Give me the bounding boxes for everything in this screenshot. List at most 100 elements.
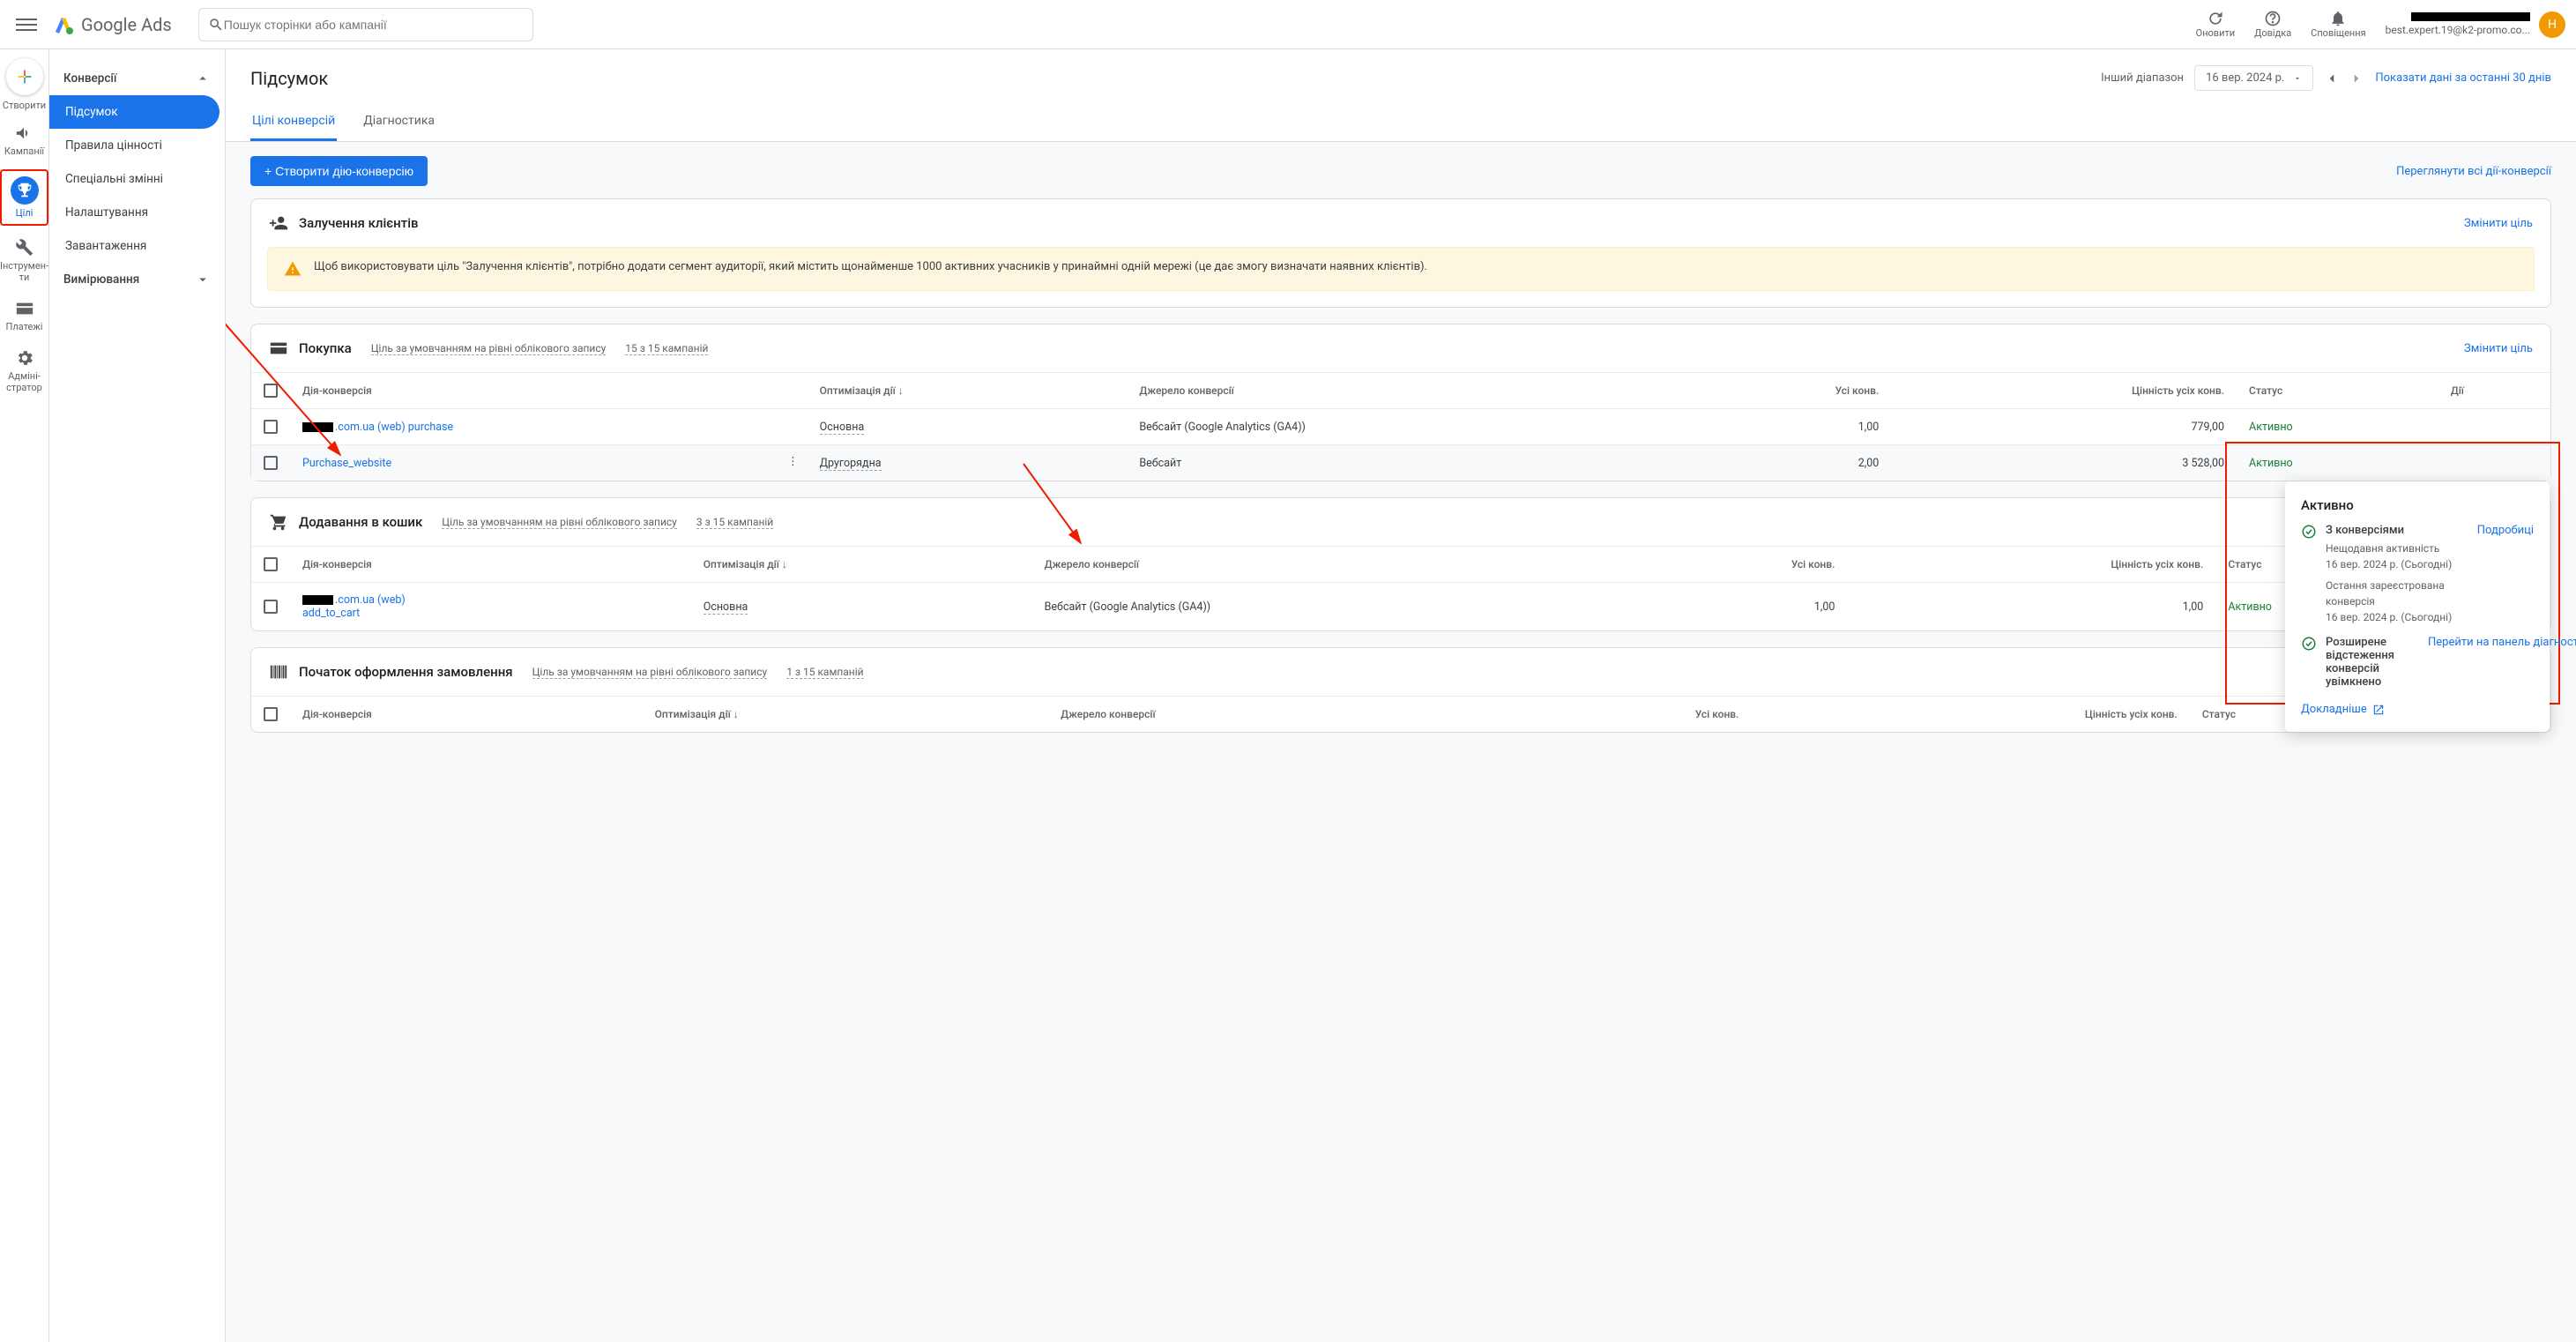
learn-more-link[interactable]: Докладніше [2301,703,2534,716]
table-row[interactable]: Purchase_website ⋮ Другорядна Вебсайт 2,… [251,445,2550,481]
popover-sub-value: 16 вер. 2024 р. (Сьогодні) [2326,558,2452,570]
popover-diagnostics-link[interactable]: Перейти на панель діагностики [2428,636,2534,692]
create-button[interactable]: Створити [3,58,46,111]
col-source[interactable]: Джерело конверсії [1032,547,1633,583]
value-value: 1,00 [1847,583,2215,631]
col-optimization[interactable]: Оптимізація дії ↓ [808,373,1128,409]
sidenav-uploads[interactable]: Завантаження [49,229,225,263]
status-active[interactable]: Активно [2249,457,2293,470]
refresh-label: Оновити [2196,27,2235,39]
col-value[interactable]: Цінність усіх конв. [1891,373,2237,409]
sidenav-summary[interactable]: Підсумок [49,95,220,129]
checkbox-all[interactable] [264,707,278,721]
notifications-button[interactable]: Сповіщення [2311,10,2365,39]
status-active: Активно [2249,421,2293,434]
chevron-right-icon[interactable] [2349,71,2364,86]
checkbox[interactable] [264,600,278,614]
table-header-row: Дія-конверсія Оптимізація дії ↓ Джерело … [251,373,2550,409]
checkbox-all[interactable] [264,557,278,571]
checkbox[interactable] [264,420,278,434]
bell-icon [2329,10,2347,27]
status-popover: Активно З конверсіями Нещодавня активніс… [2285,481,2550,732]
logo[interactable]: Google Ads [53,14,172,35]
layout: Створити Кампанії Цілі Інструмен- ти Пла… [0,49,2576,1342]
cart-icon [269,512,288,532]
rail-billing[interactable]: Платежі [0,295,48,336]
rail-admin[interactable]: Адміні- стратор [0,345,48,397]
account-block[interactable]: best.expert.19@k2-promo.co... Н [2386,11,2565,38]
date-range-dropdown[interactable]: 16 вер. 2024 р. [2194,65,2313,91]
col-source[interactable]: Джерело конверсії [1048,697,1495,733]
barcode-icon [269,662,288,682]
sidenav-group-conversions[interactable]: Конверсії [49,62,225,95]
checkbox[interactable] [264,456,278,470]
card-meta-default[interactable]: Ціль за умовчанням на рівні облікового з… [442,516,677,529]
sidenav-settings[interactable]: Налаштування [49,196,225,229]
view-all-conversions-link[interactable]: Переглянути всі дії-конверсії [2396,165,2551,178]
show-last-30-link[interactable]: Показати дані за останні 30 днів [2375,71,2551,85]
chevron-left-icon[interactable] [2324,71,2340,86]
table-row[interactable]: .com.ua (web) purchase Основна Вебсайт (… [251,409,2550,445]
col-action[interactable]: Дія-конверсія [290,547,691,583]
rail-tools[interactable]: Інструмен- ти [0,235,48,287]
table-row[interactable]: .com.ua (web)add_to_cart Основна Вебсайт… [251,583,2550,631]
hamburger-icon[interactable] [16,14,37,35]
col-optimization[interactable]: Оптимізація дії ↓ [643,697,1049,733]
tab-conversion-goals[interactable]: Цілі конверсій [250,103,337,141]
edit-goal-link[interactable]: Змінити ціль [2464,217,2533,230]
account-email: best.expert.19@k2-promo.co... [2386,24,2530,36]
conversion-name-link[interactable]: .com.ua (web) purchase [335,421,453,434]
kebab-icon[interactable]: ⋮ [787,454,799,468]
help-button[interactable]: Довідка [2254,10,2291,39]
optimization-value[interactable]: Другорядна [820,457,882,471]
tab-diagnostics[interactable]: Діагностика [361,103,436,141]
col-action[interactable]: Дія-конверсія [290,373,808,409]
sidenav-group-measurement[interactable]: Вимірювання [49,263,225,296]
card-meta-campaigns[interactable]: 3 з 15 кампаній [696,516,773,529]
avatar[interactable]: Н [2539,11,2565,38]
wrench-icon [15,238,34,257]
col-source[interactable]: Джерело конверсії [1127,373,1689,409]
search-input[interactable] [224,18,524,32]
rail-tools-label: Інструмен- ти [0,260,48,283]
col-optimization[interactable]: Оптимізація дії ↓ [691,547,1032,583]
rail-admin-label: Адміні- стратор [6,370,42,393]
col-value[interactable]: Цінність усіх конв. [1751,697,2189,733]
col-all-conv[interactable]: Усі конв. [1495,697,1752,733]
date-range-label: Інший діапазон [2101,71,2184,85]
sidenav-group-conversions-label: Конверсії [63,71,116,86]
optimization-value[interactable]: Основна [820,421,865,435]
col-value[interactable]: Цінність усіх конв. [1847,547,2215,583]
col-actions[interactable]: Дії [2438,373,2550,409]
sidenav-value-rules[interactable]: Правила цінності [49,129,225,162]
card-meta-campaigns[interactable]: 15 з 15 кампаній [625,342,708,355]
trophy-icon [15,181,34,200]
value-value: 779,00 [1891,409,2237,445]
rail-goals[interactable]: Цілі [0,169,48,226]
popover-sub-label: Остання зареєстрована конверсія [2326,579,2445,608]
checkbox-all[interactable] [264,384,278,398]
conversion-name-link[interactable]: .com.ua (web) [335,593,406,607]
popover-details-link[interactable]: Подробиці [2477,524,2534,625]
create-conversion-action-button[interactable]: + Створити дію-конверсію [250,156,428,186]
refresh-button[interactable]: Оновити [2196,10,2235,39]
col-all-conv[interactable]: Усі конв. [1689,373,1891,409]
conv-value: 1,00 [1632,583,1847,631]
edit-goal-link[interactable]: Змінити ціль [2464,342,2533,355]
rail-campaigns[interactable]: Кампанії [0,120,48,160]
col-all-conv[interactable]: Усі конв. [1632,547,1847,583]
col-status[interactable]: Статус [2237,373,2438,409]
optimization-value[interactable]: Основна [704,600,748,615]
card-meta-campaigns[interactable]: 1 з 15 кампаній [786,666,863,679]
sidenav-custom-variables[interactable]: Спеціальні змінні [49,162,225,196]
popover-row-title: З конверсіями [2326,524,2468,537]
card-meta-default[interactable]: Ціль за умовчанням на рівні облікового з… [532,666,768,679]
col-action[interactable]: Дія-конверсія [290,697,643,733]
conversion-name-link[interactable]: Purchase_website [302,457,391,470]
external-link-icon [2372,704,2385,716]
conversion-name-link[interactable]: add_to_cart [302,607,360,620]
main-area: Підсумок Інший діапазон 16 вер. 2024 р. … [226,49,2576,1342]
alert-text: Щоб використовувати ціль "Залучення кліє… [314,260,1427,278]
search-box[interactable] [198,8,533,41]
card-meta-default[interactable]: Ціль за умовчанням на рівні облікового з… [371,342,607,355]
